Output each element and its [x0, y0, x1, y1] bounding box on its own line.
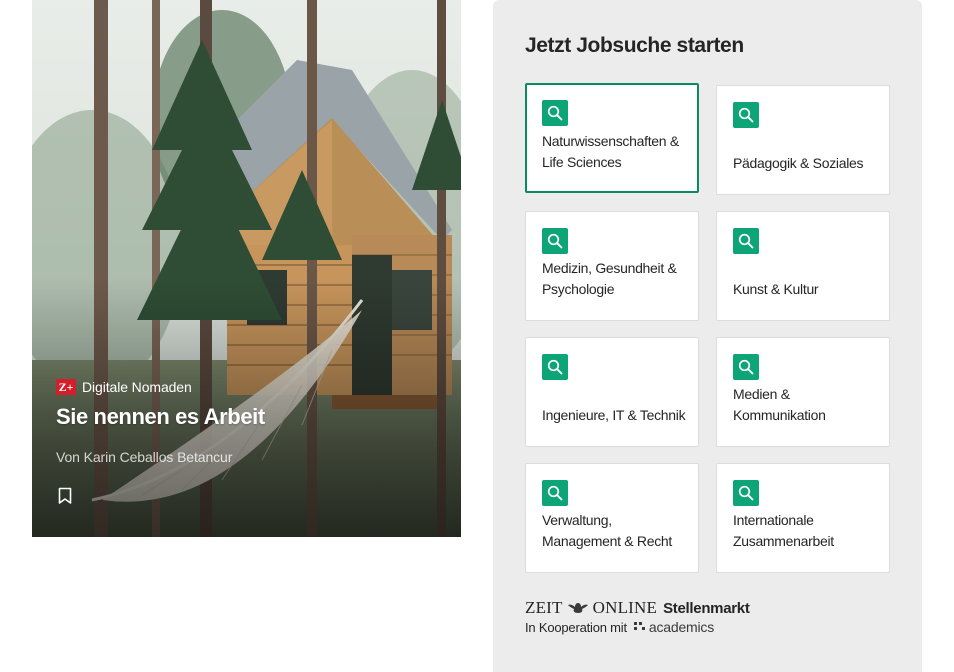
search-icon [733, 480, 759, 506]
job-search-widget: Jetzt Jobsuche starten Naturwissenschaft… [493, 0, 922, 672]
zeit-eagle-icon [567, 603, 588, 613]
job-category-paedagogik[interactable]: Pädagogik & Soziales [716, 85, 890, 195]
job-category-label: Naturwissenschaften & Life Sciences [542, 133, 679, 170]
job-category-label: Pädagogik & Soziales [733, 155, 864, 171]
job-category-medien[interactable]: Medien & Kommunikation [716, 337, 890, 447]
job-category-label: Kunst & Kultur [733, 281, 819, 297]
cooperation-text: In Kooperation mit [525, 619, 627, 635]
search-icon [542, 354, 568, 380]
job-category-label: Verwaltung, Management & Recht [542, 512, 673, 549]
search-icon [733, 102, 759, 128]
job-category-ingenieure[interactable]: Ingenieure, IT & Technik [525, 337, 699, 447]
search-icon [542, 100, 568, 126]
logo-stellenmarkt: Stellenmarkt [663, 599, 750, 617]
academics-text: academics [648, 619, 715, 635]
job-category-label: Medien & Kommunikation [733, 386, 826, 423]
job-category-label: Internationale Zusammenarbeit [733, 512, 834, 549]
zeit-online-stellenmarkt-logo: ZEIT ONLINE Stellenmarkt [525, 598, 785, 618]
job-category-label: Ingenieure, IT & Technik [542, 407, 686, 423]
search-icon [542, 228, 568, 254]
teaser-kicker-text: Digitale Nomaden [82, 379, 192, 395]
job-category-naturwissenschaften[interactable]: Naturwissenschaften & Life Sciences [525, 83, 699, 193]
zplus-badge: Z+ [56, 379, 76, 395]
bookmark-icon[interactable] [58, 487, 72, 505]
stellenmarkt-brand[interactable]: ZEIT ONLINE Stellenmarkt In Kooperation … [525, 598, 785, 640]
academics-logo: academics [633, 619, 714, 635]
teaser-byline: Von Karin Ceballos Betancur [56, 449, 233, 465]
job-category-kunst[interactable]: Kunst & Kultur [716, 211, 890, 321]
teaser-kicker: Z+ Digitale Nomaden [56, 379, 192, 395]
cooperation-line: In Kooperation mit academics [525, 619, 785, 635]
search-icon [542, 480, 568, 506]
search-icon [733, 354, 759, 380]
job-category-medizin[interactable]: Medizin, Gesundheit & Psychologie [525, 211, 699, 321]
job-category-label: Medizin, Gesundheit & Psychologie [542, 260, 677, 297]
academics-logo-icon [633, 622, 645, 630]
job-search-title: Jetzt Jobsuche starten [525, 34, 744, 57]
search-icon [733, 228, 759, 254]
article-teaser[interactable]: Z+ Digitale Nomaden Sie nennen es Arbeit… [32, 0, 461, 537]
job-category-international[interactable]: Internationale Zusammenarbeit [716, 463, 890, 573]
logo-online: ONLINE [592, 598, 658, 617]
teaser-headline[interactable]: Sie nennen es Arbeit [56, 404, 265, 430]
logo-zeit: ZEIT [525, 598, 563, 617]
job-category-verwaltung[interactable]: Verwaltung, Management & Recht [525, 463, 699, 573]
